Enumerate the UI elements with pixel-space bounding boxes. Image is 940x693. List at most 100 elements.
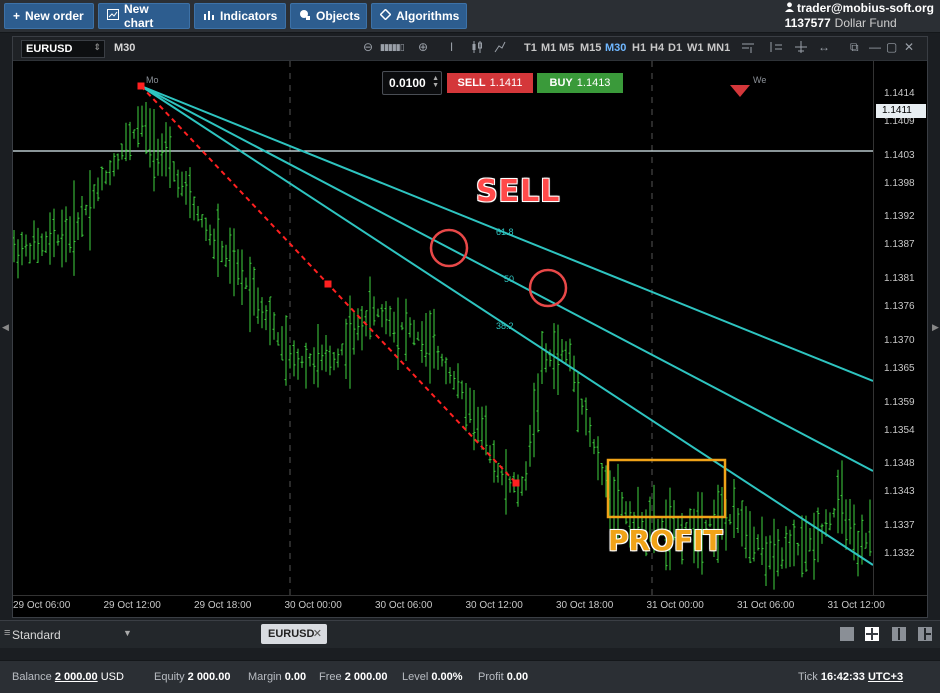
collapse-left-arrow-icon[interactable]: ◀ bbox=[2, 322, 9, 333]
chart-header: EURUSD ⇕ M30 ⊖ ▮▮▮▮▮▯ ⊕ ǀ T1 M1 M5 M15 M30 H1… bbox=[13, 37, 927, 61]
time-tick-label: 29 Oct 18:00 bbox=[194, 600, 252, 611]
price-tick-label: 1.1370 bbox=[884, 334, 915, 346]
trend-line-handle[interactable] bbox=[512, 479, 520, 487]
price-tick-label: 1.1376 bbox=[884, 301, 915, 313]
timeframe-m30[interactable]: M30 bbox=[605, 42, 626, 54]
price-plot[interactable]: Mo We 61.8 50 38.2 bbox=[13, 61, 873, 595]
chart-window: EURUSD ⇕ M30 ⊖ ▮▮▮▮▮▯ ⊕ ǀ T1 M1 M5 M15 M30 H1… bbox=[12, 36, 928, 618]
timeframe-m5[interactable]: M5 bbox=[559, 42, 574, 54]
zoom-in-icon[interactable]: ⊕ bbox=[418, 40, 428, 54]
zoom-scale-icon[interactable]: ▮▮▮▮▮▯ bbox=[380, 42, 405, 53]
buy-button[interactable]: BUY 1.1413 bbox=[537, 73, 623, 93]
workspace-name[interactable]: Standard bbox=[12, 628, 61, 642]
free-value: 2 000.00 bbox=[344, 671, 388, 683]
bar-chart-type-icon[interactable]: ǀ bbox=[450, 40, 453, 54]
level-label: Level bbox=[402, 671, 429, 683]
maximize-icon[interactable]: ▢ bbox=[886, 40, 897, 54]
price-tick-label: 1.1343 bbox=[884, 486, 915, 498]
plus-icon: + bbox=[13, 9, 21, 23]
lot-size-input[interactable]: 0.0100 ▲ ▼ bbox=[382, 71, 442, 95]
fib-level-label: 61.8 bbox=[496, 227, 514, 237]
currency-value: USD bbox=[100, 671, 124, 683]
user-icon bbox=[784, 1, 797, 15]
equity-value: 2 000.00 bbox=[187, 671, 231, 683]
balance-label: Balance bbox=[12, 671, 52, 683]
chart-window-icon bbox=[107, 9, 119, 23]
fib-level-label: 50 bbox=[504, 274, 514, 284]
price-alert-marker[interactable] bbox=[730, 85, 750, 97]
crosshair-icon[interactable] bbox=[794, 40, 808, 57]
timeframe-w1[interactable]: W1 bbox=[687, 42, 704, 54]
timeframe-h4[interactable]: H4 bbox=[650, 42, 664, 54]
timeframe-t1[interactable]: T1 bbox=[524, 42, 537, 54]
current-price-marker: 1.1411 bbox=[876, 103, 926, 118]
price-tick-label: 1.1398 bbox=[884, 177, 915, 189]
time-tick-label: 29 Oct 12:00 bbox=[103, 600, 161, 611]
workspace-tab-bar: ≡ Standard ▼ EURUSD ✕ bbox=[0, 620, 940, 648]
timeframe-mn1[interactable]: MN1 bbox=[707, 42, 730, 54]
timezone-selector[interactable]: UTC+3 bbox=[868, 671, 903, 683]
timeframe-m15[interactable]: M15 bbox=[580, 42, 601, 54]
algorithms-button[interactable]: Algorithms bbox=[371, 3, 467, 29]
candle-chart-type-icon[interactable] bbox=[471, 40, 483, 57]
price-tick-label: 1.1359 bbox=[884, 396, 915, 408]
close-tab-icon[interactable]: ✕ bbox=[313, 627, 322, 640]
diamond-icon bbox=[379, 8, 392, 23]
layout-grid-icon[interactable] bbox=[865, 627, 879, 641]
timeframe-h1[interactable]: H1 bbox=[632, 42, 646, 54]
user-email-row: trader@mobius-soft.org bbox=[784, 1, 934, 16]
indicator-list-icon[interactable] bbox=[769, 40, 783, 57]
balance-value[interactable]: 2 000.00 bbox=[55, 671, 98, 683]
indicators-button[interactable]: Indicators bbox=[194, 3, 286, 29]
price-tick-label: 1.1387 bbox=[884, 239, 915, 251]
objects-label: Objects bbox=[316, 9, 361, 23]
trend-line-handle[interactable] bbox=[137, 82, 145, 90]
indicators-label: Indicators bbox=[220, 9, 278, 23]
menu-icon[interactable]: ≡ bbox=[4, 627, 10, 639]
symbol-selector[interactable]: EURUSD ⇕ bbox=[21, 40, 105, 58]
layout-rows-icon[interactable] bbox=[918, 627, 932, 641]
fib-level-label: 38.2 bbox=[496, 321, 514, 331]
bar-chart-icon bbox=[203, 9, 215, 23]
chevron-down-icon[interactable]: ▼ bbox=[123, 628, 132, 638]
sell-price: 1.1411 bbox=[489, 77, 523, 89]
timeframe-d1[interactable]: D1 bbox=[668, 42, 682, 54]
margin-value: 0.00 bbox=[284, 671, 307, 683]
new-chart-button[interactable]: New chart bbox=[98, 2, 190, 30]
price-tick-label: 1.1403 bbox=[884, 149, 915, 161]
chart-settings-icon[interactable] bbox=[741, 40, 755, 57]
new-order-button[interactable]: + New order bbox=[4, 3, 94, 29]
zoom-out-icon[interactable]: ⊖ bbox=[363, 40, 373, 54]
sell-button[interactable]: SELL 1.1411 bbox=[447, 73, 533, 93]
chart-tab-eurusd[interactable]: EURUSD ✕ bbox=[261, 624, 327, 644]
current-timeframe: M30 bbox=[114, 42, 136, 54]
user-account-menu[interactable]: trader@mobius-soft.org 1137577 Dollar Fun… bbox=[784, 1, 934, 31]
layout-columns-icon[interactable] bbox=[892, 627, 906, 641]
equity-label: Equity bbox=[154, 671, 185, 683]
profit-annotation: PROFIT bbox=[608, 524, 723, 557]
timeframe-m1[interactable]: M1 bbox=[541, 42, 556, 54]
trend-line-handle[interactable] bbox=[324, 280, 332, 288]
minimize-icon[interactable]: — bbox=[869, 40, 881, 54]
lot-spinner-icon[interactable]: ▲ ▼ bbox=[432, 75, 439, 89]
symbol-spinner-icon: ⇕ bbox=[93, 42, 101, 52]
day-marker-label: Mo bbox=[146, 75, 159, 85]
price-tick-label: 1.1365 bbox=[884, 362, 915, 374]
time-tick-label: 31 Oct 12:00 bbox=[827, 600, 885, 611]
level-value: 0.00% bbox=[431, 671, 463, 683]
new-order-label: New order bbox=[25, 9, 84, 23]
price-axis[interactable]: 1.1414 1.1409 1.1403 1.1398 1.1392 1.1387 1.13… bbox=[873, 61, 927, 595]
close-icon[interactable]: ✕ bbox=[904, 40, 914, 54]
time-tick-label: 30 Oct 18:00 bbox=[556, 600, 614, 611]
time-axis[interactable]: 29 Oct 06:00 29 Oct 12:00 29 Oct 18:00 30 O… bbox=[13, 595, 927, 617]
scroll-arrows-icon[interactable]: ↔ bbox=[818, 40, 830, 54]
objects-button[interactable]: Objects bbox=[290, 3, 367, 29]
layout-single-icon[interactable] bbox=[840, 627, 854, 641]
collapse-right-arrow-icon[interactable]: ▶ bbox=[932, 322, 939, 333]
price-tick-label: 1.1332 bbox=[884, 548, 915, 559]
chart-tab-label: EURUSD bbox=[268, 628, 315, 640]
symbol-value: EURUSD bbox=[26, 43, 73, 55]
sell-label: SELL bbox=[457, 77, 486, 89]
line-chart-type-icon[interactable] bbox=[494, 40, 506, 57]
detach-window-icon[interactable]: ⧉ bbox=[850, 40, 859, 55]
